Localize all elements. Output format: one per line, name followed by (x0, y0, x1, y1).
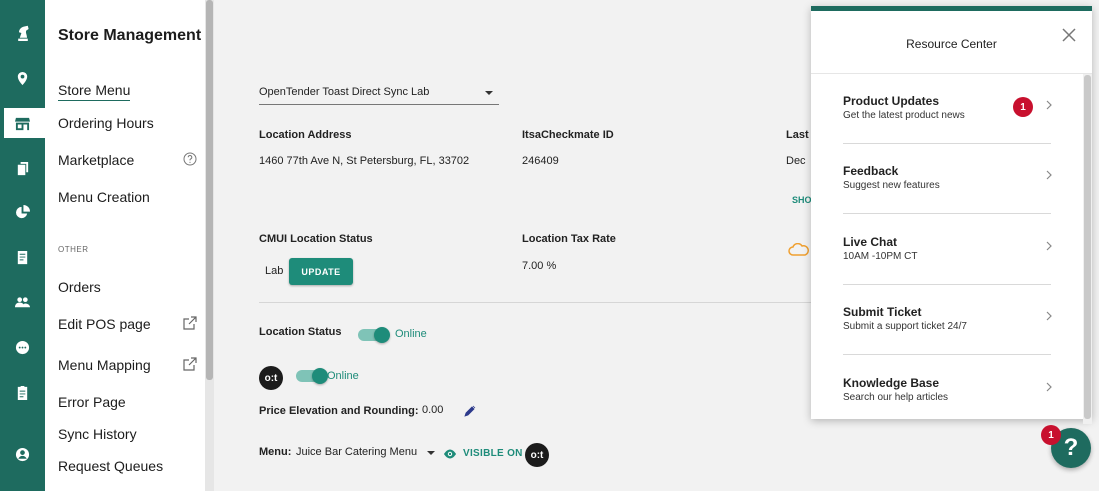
pie-chart-icon[interactable] (0, 197, 45, 227)
resource-item-divider (843, 143, 1051, 144)
resource-item-divider (843, 213, 1051, 214)
close-icon[interactable] (1061, 27, 1077, 43)
chevron-right-icon (1046, 311, 1052, 321)
chat-bubble-icon[interactable] (0, 332, 45, 362)
resource-item-subtitle: Suggest new features (843, 180, 940, 191)
ot-logo-small: o:t (525, 443, 549, 467)
sidebar-item-store-menu[interactable]: Store Menu (58, 82, 131, 101)
resource-center-panel: Resource Center Product Updates Get the … (811, 6, 1092, 424)
sidebar-section-label: OTHER (58, 245, 89, 254)
checkmate-id-label: ItsaCheckmate ID (522, 129, 614, 141)
price-elevation-value: 0.00 (422, 404, 444, 416)
location-select[interactable]: OpenTender Toast Direct Sync Lab (259, 83, 499, 105)
location-status-label: Location Status (259, 326, 342, 338)
chess-knight-logo-icon[interactable] (0, 18, 45, 48)
resource-item-divider (843, 354, 1051, 355)
visible-on-label: VISIBLE ON (463, 448, 523, 459)
resource-center-scrollbar-thumb[interactable] (1084, 75, 1091, 419)
resource-item-title: Knowledge Base (843, 376, 940, 390)
price-elevation-label: Price Elevation and Rounding: (259, 405, 419, 417)
chevron-right-icon (1046, 170, 1052, 180)
receipt-icon[interactable] (0, 242, 45, 272)
resource-item-subtitle: Search our help articles (843, 392, 949, 403)
resource-center-title: Resource Center (906, 37, 997, 51)
sidebar-item-ordering-hours[interactable]: Ordering Hours (58, 115, 154, 131)
sidebar-item-orders[interactable]: Orders (58, 279, 101, 295)
account-icon[interactable] (0, 439, 45, 469)
notification-badge: 1 (1013, 97, 1033, 117)
resource-item-knowledge-base[interactable]: Knowledge Base Search our help articles (843, 376, 1052, 446)
address-value: 1460 77th Ave N, St Petersburg, FL, 3370… (259, 155, 470, 167)
sidebar-item-edit-pos-page[interactable]: Edit POS page (58, 316, 151, 332)
chevron-right-icon (1046, 241, 1052, 251)
cmui-status-value: Lab (265, 265, 284, 277)
last-label: Last (786, 129, 809, 141)
resource-item-title: Submit Ticket (843, 305, 922, 319)
help-circle-icon[interactable] (183, 152, 197, 166)
sidebar-item-marketplace[interactable]: Marketplace (58, 152, 134, 168)
address-label: Location Address (259, 129, 352, 141)
eye-icon (444, 449, 456, 459)
sidebar-title: Store Management (58, 27, 202, 44)
chevron-right-icon (1046, 100, 1052, 110)
resource-item-subtitle: 10AM -10PM CT (843, 251, 918, 262)
sidebar-item-menu-creation[interactable]: Menu Creation (58, 189, 150, 205)
tax-rate-label: Location Tax Rate (522, 233, 616, 245)
cmui-status-label: CMUI Location Status (259, 233, 373, 245)
sidebar-item-request-queues[interactable]: Request Queues (58, 458, 163, 474)
menu-select-value[interactable]: Juice Bar Catering Menu (296, 446, 417, 458)
tax-rate-value: 7.00 % (522, 260, 557, 272)
resource-center-header-divider (811, 73, 1092, 74)
clipboard-icon[interactable] (0, 377, 45, 407)
resource-item-subtitle: Submit a support ticket 24/7 (843, 321, 967, 332)
sidebar-item-error-page[interactable]: Error Page (58, 394, 126, 410)
users-icon[interactable] (0, 287, 45, 317)
sidebar-item-sync-history[interactable]: Sync History (58, 426, 137, 442)
ot-status-value: Online (327, 370, 359, 382)
chevron-down-icon (485, 91, 493, 95)
resource-item-live-chat[interactable]: Live Chat 10AM -10PM CT (843, 235, 1052, 305)
update-button[interactable]: UPDATE (289, 258, 353, 285)
cloud-icon (788, 243, 809, 256)
external-link-icon[interactable] (183, 316, 197, 330)
ot-status-toggle[interactable] (296, 368, 328, 384)
store-icon[interactable] (0, 108, 45, 138)
resource-item-product-updates[interactable]: Product Updates Get the latest product n… (843, 94, 1052, 164)
location-status-toggle[interactable] (358, 327, 390, 343)
resource-item-divider (843, 284, 1051, 285)
question-mark-icon: ? (1063, 434, 1079, 461)
menu-board-icon[interactable] (0, 153, 45, 183)
last-value: Dec (786, 155, 806, 167)
resource-item-subtitle: Get the latest product news (843, 110, 965, 121)
section-divider (259, 302, 819, 303)
checkmate-id-value: 246409 (522, 155, 559, 167)
edit-pencil-icon[interactable] (464, 405, 476, 417)
resource-item-title: Product Updates (843, 94, 940, 108)
resource-item-feedback[interactable]: Feedback Suggest new features (843, 164, 1052, 234)
help-notification-badge: 1 (1041, 425, 1061, 445)
location-status-value: Online (395, 328, 427, 340)
external-link-icon[interactable] (183, 357, 197, 371)
icon-rail (0, 0, 45, 491)
menu-dropdown-caret-icon[interactable] (427, 451, 435, 455)
menu-label: Menu: (259, 446, 292, 458)
sidebar-scrollbar-thumb[interactable] (206, 0, 213, 380)
resource-item-title: Feedback (843, 164, 899, 178)
location-select-value: OpenTender Toast Direct Sync Lab (259, 86, 430, 98)
ot-logo: o:t (259, 366, 283, 390)
location-pin-icon[interactable] (0, 63, 45, 93)
show-link[interactable]: SHO (792, 195, 812, 205)
sidebar-item-menu-mapping[interactable]: Menu Mapping (58, 357, 151, 373)
resource-item-submit-ticket[interactable]: Submit Ticket Submit a support ticket 24… (843, 305, 1052, 375)
resource-item-title: Live Chat (843, 235, 898, 249)
chevron-right-icon (1046, 382, 1052, 392)
